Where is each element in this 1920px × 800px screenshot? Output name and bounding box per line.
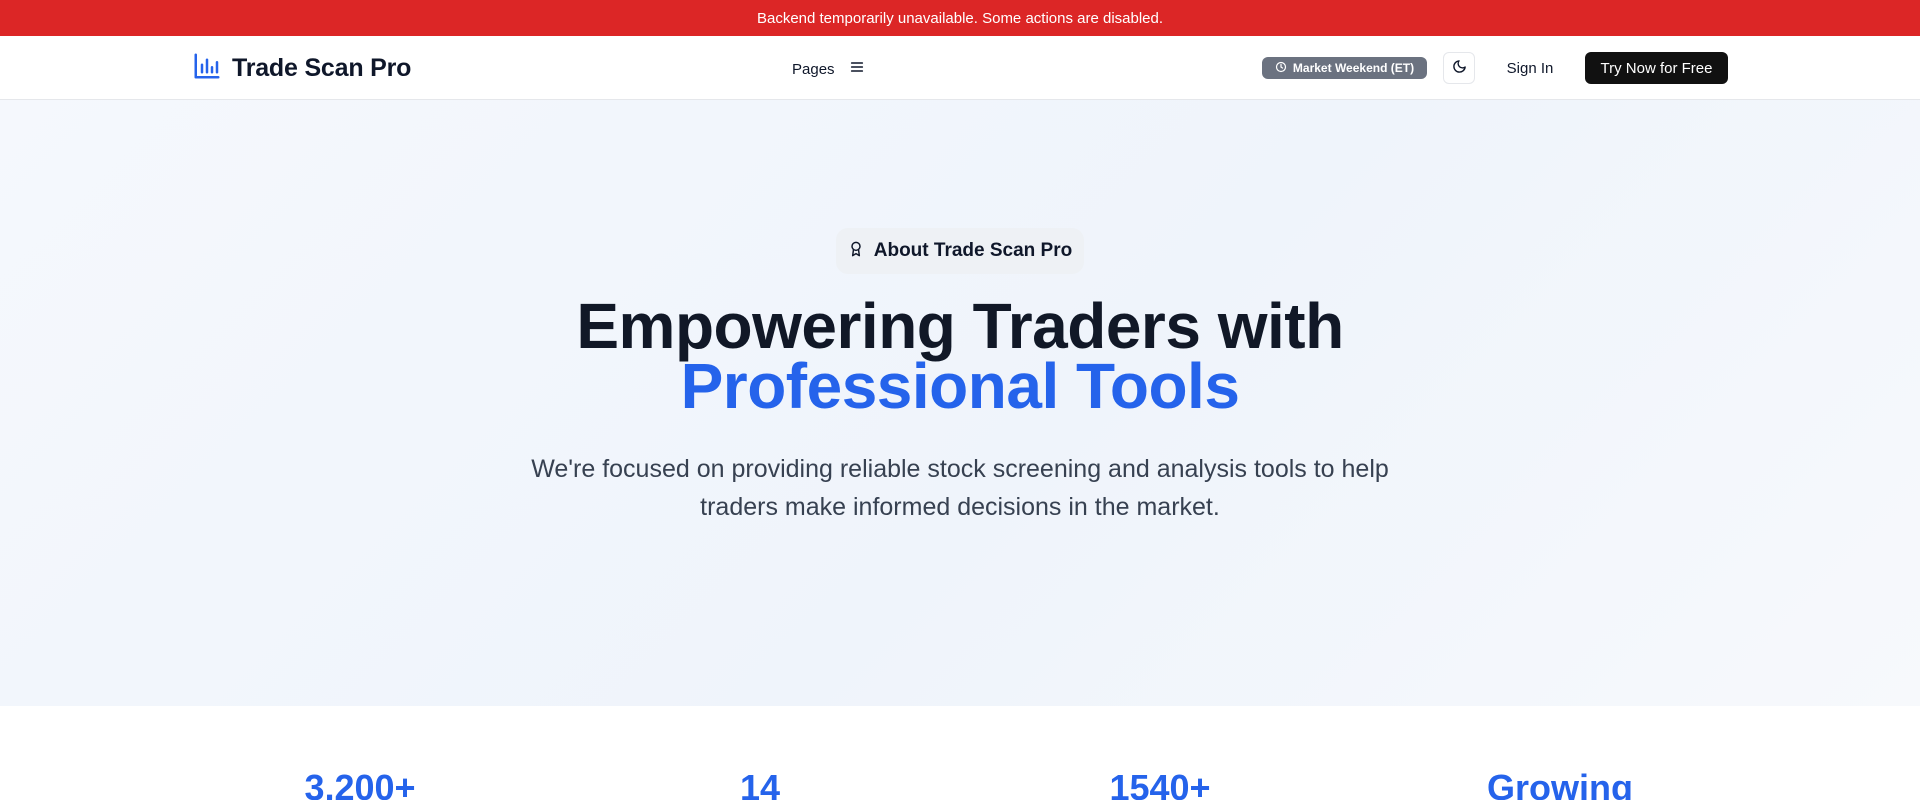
pages-menu-button[interactable]: Pages [792,54,865,84]
moon-icon [1452,59,1467,77]
top-navbar: Trade Scan Pro Pages Market Weekend (ET) [0,36,1920,100]
try-now-button[interactable]: Try Now for Free [1585,52,1728,84]
stats-section: 3,200+ 14 1540+ Growing [0,706,1920,800]
theme-toggle-button[interactable] [1443,52,1475,84]
hero-section: About Trade Scan Pro Empowering Traders … [0,100,1920,706]
about-badge: About Trade Scan Pro [836,228,1084,274]
sign-in-button[interactable]: Sign In [1490,52,1570,84]
stat-value: Growing [1487,767,1633,800]
hero-headline: Empowering Traders with Professional Too… [0,294,1920,422]
stat-value: 1540+ [1109,767,1211,800]
award-icon [848,240,864,263]
market-status-label: Market Weekend (ET) [1292,61,1415,75]
pages-label: Pages [792,60,835,78]
market-status-badge: Market Weekend (ET) [1262,57,1427,79]
about-badge-label: About Trade Scan Pro [873,240,1073,261]
stat-value: 3,200+ [304,767,416,800]
hero-subtitle: We're focused on providing reliable stoc… [531,455,1389,521]
brand-logo-link[interactable]: Trade Scan Pro [192,50,411,86]
banner-message: Backend temporarily unavailable. Some ac… [756,9,1164,27]
brand-name: Trade Scan Pro [232,53,412,82]
bar-chart-icon [192,51,222,86]
status-banner: Backend temporarily unavailable. Some ac… [0,0,1920,36]
headline-line-2: Professional Tools [680,350,1240,422]
stat-value: 14 [739,767,781,800]
clock-icon [1275,61,1287,76]
menu-icon [849,59,865,80]
